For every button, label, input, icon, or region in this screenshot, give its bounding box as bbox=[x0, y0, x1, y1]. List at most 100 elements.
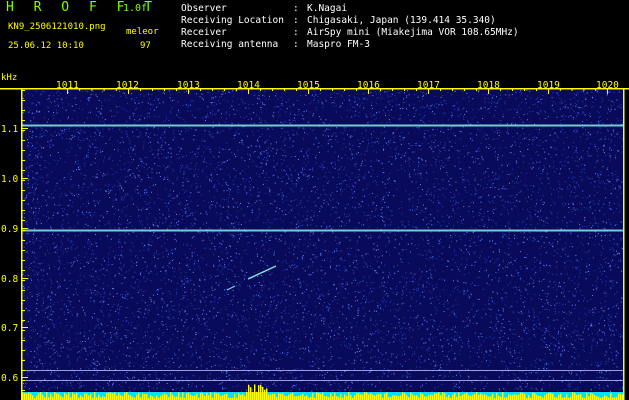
y-minor-tick bbox=[22, 160, 25, 161]
y-minor-tick bbox=[22, 150, 25, 151]
x-minor-tick bbox=[320, 88, 321, 91]
y-tick bbox=[22, 278, 28, 279]
x-tick-label: 1017 bbox=[417, 80, 440, 91]
x-minor-tick bbox=[512, 88, 513, 91]
x-minor-tick bbox=[404, 88, 405, 91]
meta-row-receiver: Receiver: AirSpy mini (Miakejima VOR 108.… bbox=[181, 27, 519, 38]
y-tick-label: 1.1 bbox=[1, 124, 19, 135]
y-tick bbox=[22, 128, 28, 129]
y-minor-tick bbox=[22, 200, 25, 201]
meta-value: Chigasaki, Japan (139.414 35.340) bbox=[307, 15, 496, 26]
meta-key: Receiving Location bbox=[181, 15, 284, 26]
x-tick-label: 1014 bbox=[237, 80, 260, 91]
y-minor-tick bbox=[22, 130, 25, 131]
meta-row-location: Receiving Location: Chigasaki, Japan (139… bbox=[181, 15, 496, 26]
y-minor-tick bbox=[22, 190, 25, 191]
x-minor-tick bbox=[79, 88, 81, 91]
y-tick bbox=[22, 178, 28, 179]
timestamp: 25.06.12 10:10 bbox=[8, 41, 84, 51]
y-minor-tick bbox=[22, 90, 25, 91]
reference-line-2 bbox=[22, 380, 623, 381]
x-tick-label: 1015 bbox=[297, 80, 320, 91]
y-minor-tick bbox=[22, 320, 25, 321]
meta-row-observer: Observer: K.Nagai bbox=[181, 3, 348, 14]
meta-value: Maspro FM-3 bbox=[307, 39, 370, 50]
y-minor-tick bbox=[22, 210, 25, 211]
y-tick bbox=[22, 327, 28, 328]
x-minor-tick bbox=[103, 88, 105, 91]
x-tick-label: 1013 bbox=[177, 80, 200, 91]
y-tick-label: 0.8 bbox=[1, 274, 19, 285]
y-tick bbox=[22, 228, 28, 229]
y-tick-label: 1.0 bbox=[1, 174, 19, 185]
x-minor-tick bbox=[140, 88, 141, 91]
x-tick-label: 1016 bbox=[357, 80, 380, 91]
x-minor-tick bbox=[224, 88, 225, 91]
y-minor-tick bbox=[22, 370, 25, 371]
y-minor-tick bbox=[22, 230, 25, 231]
x-tick-label: 1018 bbox=[477, 80, 500, 91]
y-minor-tick bbox=[22, 110, 25, 111]
carrier-line-1-1khz bbox=[22, 124, 623, 127]
y-minor-tick bbox=[22, 300, 25, 301]
y-minor-tick bbox=[22, 250, 25, 251]
y-minor-tick bbox=[22, 140, 25, 141]
y-minor-tick bbox=[22, 390, 25, 391]
y-minor-tick bbox=[22, 330, 25, 331]
x-minor-tick bbox=[164, 88, 165, 91]
x-tick-label: 1020 bbox=[596, 80, 619, 91]
y-minor-tick bbox=[22, 260, 25, 261]
meta-key: Receiver bbox=[181, 27, 227, 38]
y-minor-tick bbox=[22, 350, 25, 351]
x-tick-label: 1011 bbox=[56, 80, 79, 91]
x-minor-tick bbox=[380, 88, 381, 91]
y-minor-tick bbox=[22, 170, 25, 171]
right-axis-line bbox=[623, 88, 625, 400]
x-minor-tick bbox=[452, 88, 453, 91]
meta-value: AirSpy mini (Miakejima VOR 108.65MHz) bbox=[307, 27, 519, 38]
x-minor-tick bbox=[583, 88, 585, 91]
y-minor-tick bbox=[22, 360, 25, 361]
y-minor-tick bbox=[22, 380, 25, 381]
mode-label: meleor bbox=[126, 27, 159, 37]
y-minor-tick bbox=[22, 340, 25, 341]
y-unit-label: kHz bbox=[1, 73, 18, 83]
app-version: 1.0f bbox=[123, 3, 148, 14]
x-minor-tick bbox=[524, 88, 525, 91]
y-minor-tick bbox=[22, 280, 25, 281]
x-minor-tick bbox=[392, 88, 393, 91]
x-minor-tick bbox=[272, 88, 273, 91]
file-name: KN9_2506121010.png bbox=[8, 22, 106, 32]
x-minor-tick bbox=[500, 88, 501, 91]
y-tick bbox=[22, 377, 28, 378]
y-tick-label: 0.6 bbox=[1, 373, 19, 384]
x-minor-tick bbox=[571, 88, 573, 91]
y-minor-tick bbox=[22, 240, 25, 241]
y-minor-tick bbox=[22, 120, 25, 121]
x-minor-tick bbox=[200, 88, 201, 91]
x-minor-tick bbox=[464, 88, 465, 91]
y-tick-label: 0.9 bbox=[1, 224, 19, 235]
y-tick-label: 0.7 bbox=[1, 323, 19, 334]
x-minor-tick bbox=[260, 88, 261, 91]
x-minor-tick bbox=[332, 88, 333, 91]
x-tick-label: 1012 bbox=[116, 80, 139, 91]
meta-key: Observer bbox=[181, 3, 227, 14]
y-axis-line bbox=[21, 88, 23, 400]
meta-key: Receiving antenna bbox=[181, 39, 279, 50]
x-minor-tick bbox=[284, 88, 285, 91]
y-minor-tick bbox=[22, 290, 25, 291]
x-minor-tick bbox=[212, 88, 213, 91]
x-minor-tick bbox=[152, 88, 153, 91]
carrier-line-0-9khz bbox=[22, 229, 623, 232]
reference-line-1 bbox=[22, 370, 623, 371]
y-minor-tick bbox=[22, 180, 25, 181]
x-minor-tick bbox=[91, 88, 93, 91]
x-tick-label: 1019 bbox=[537, 80, 560, 91]
meta-row-antenna: Receiving antenna: Maspro FM-3 bbox=[181, 39, 370, 50]
x-minor-tick bbox=[344, 88, 345, 91]
y-minor-tick bbox=[22, 220, 25, 221]
spectrogram bbox=[0, 88, 629, 400]
y-minor-tick bbox=[22, 310, 25, 311]
count-value: 97 bbox=[140, 41, 151, 51]
